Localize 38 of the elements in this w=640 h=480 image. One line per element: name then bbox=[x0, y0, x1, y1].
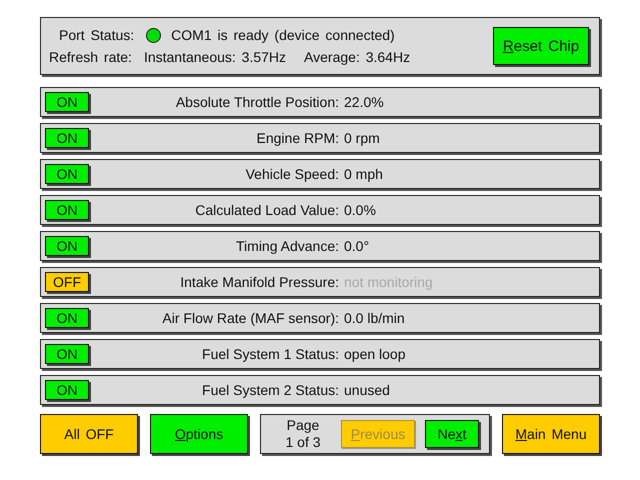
toggle-button[interactable]: ON bbox=[45, 128, 89, 148]
toggle-button[interactable]: ON bbox=[45, 164, 89, 184]
sensor-value: open loop bbox=[344, 346, 406, 362]
sensor-name: Intake Manifold Pressure: bbox=[179, 274, 339, 290]
sensor-value: 22.0% bbox=[344, 94, 384, 110]
sensor-name: Air Flow Rate (MAF sensor): bbox=[161, 310, 339, 326]
sensor-value: 0 rpm bbox=[344, 130, 380, 146]
sensor-name: Engine RPM: bbox=[256, 130, 339, 146]
sensor-value: 0.0 lb/min bbox=[344, 310, 405, 326]
sensor-name: Fuel System 2 Status: bbox=[201, 382, 339, 398]
all-off-button[interactable]: All OFF bbox=[40, 414, 138, 454]
port-status-message: COM1 is ready (device connected) bbox=[171, 27, 395, 43]
instantaneous-rate: Instantaneous: 3.57Hz bbox=[144, 49, 286, 65]
main-menu-button[interactable]: Main Menu bbox=[502, 414, 600, 454]
sensor-value: 0.0° bbox=[344, 238, 370, 254]
page-label: Page bbox=[286, 417, 320, 434]
port-status-label: Port Status: bbox=[59, 27, 134, 43]
refresh-rate-label: Refresh rate: bbox=[49, 49, 132, 65]
sensor-name: Absolute Throttle Position: bbox=[174, 94, 339, 110]
sensor-value: unused bbox=[344, 382, 390, 398]
toggle-button[interactable]: OFF bbox=[45, 272, 89, 292]
average-rate: Average: 3.64Hz bbox=[304, 49, 410, 65]
toggle-button[interactable]: ON bbox=[45, 308, 89, 328]
toggle-button[interactable]: ON bbox=[45, 380, 89, 400]
reset-chip-button[interactable]: Reset Chip bbox=[493, 27, 589, 65]
sensor-name: Vehicle Speed: bbox=[244, 166, 339, 182]
next-button[interactable]: Next bbox=[425, 420, 479, 448]
sensor-name: Fuel System 1 Status: bbox=[201, 346, 339, 362]
sensor-value: 0 mph bbox=[344, 166, 383, 182]
toggle-button[interactable]: ON bbox=[45, 200, 89, 220]
page-count: 1 of 3 bbox=[285, 434, 321, 451]
toggle-button[interactable]: ON bbox=[45, 92, 89, 112]
sensor-value: 0.0% bbox=[344, 202, 376, 218]
toggle-button[interactable]: ON bbox=[45, 344, 89, 364]
toggle-button[interactable]: ON bbox=[45, 236, 89, 256]
sensor-name: Calculated Load Value: bbox=[194, 202, 339, 218]
options-button[interactable]: Options bbox=[150, 414, 248, 454]
sensor-name: Timing Advance: bbox=[235, 238, 339, 254]
